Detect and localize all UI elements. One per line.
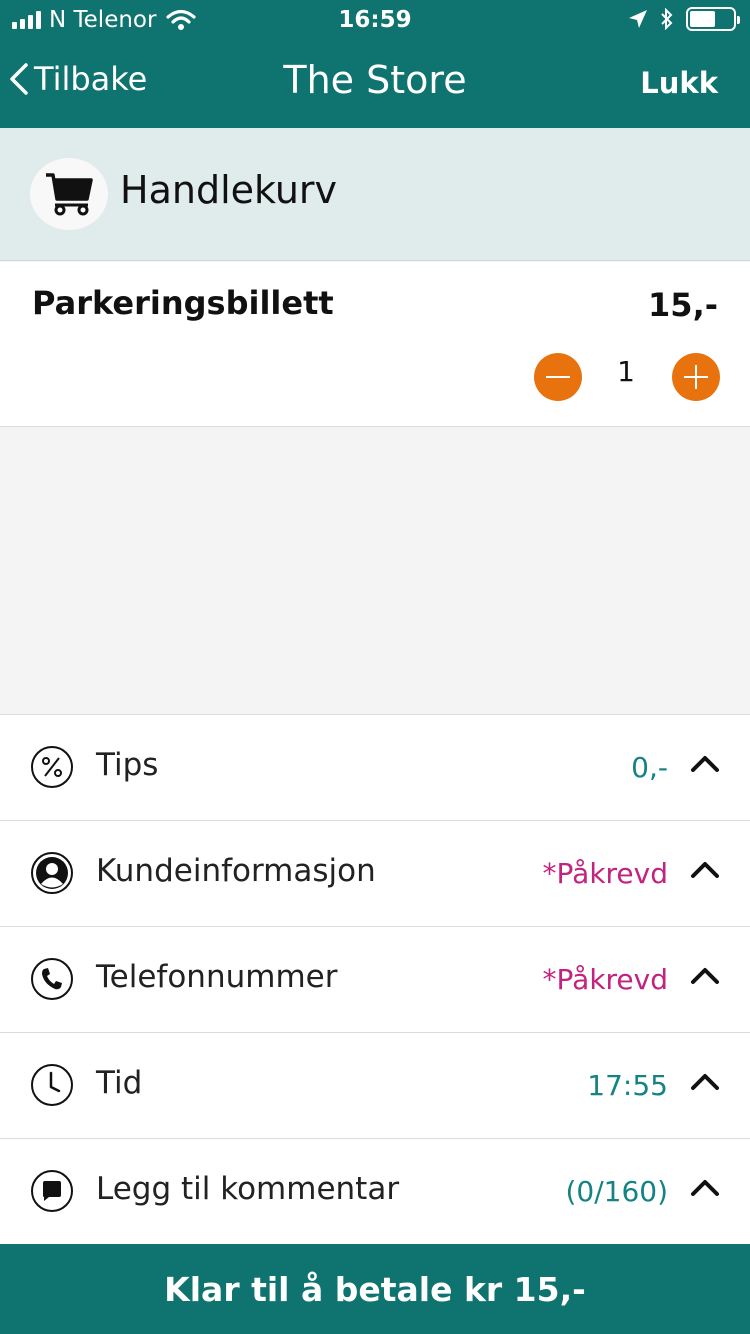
option-value: 0,- xyxy=(631,751,668,784)
battery-icon xyxy=(686,7,740,31)
cart-title: Handlekurv xyxy=(120,168,338,212)
pay-button[interactable]: Klar til å betale kr 15,- xyxy=(0,1244,750,1334)
bluetooth-icon xyxy=(661,8,673,30)
checkout-options: Tips 0,- Kundeinformasjon *Påkrevd Telef… xyxy=(0,714,750,1244)
chevron-up-icon xyxy=(691,1180,719,1196)
chevron-up-icon xyxy=(691,862,719,878)
option-time[interactable]: Tid 17:55 xyxy=(0,1033,750,1139)
nav-bar: Tilbake The Store Lukk xyxy=(0,40,750,128)
clock-icon xyxy=(31,1064,73,1106)
option-label: Telefonnummer xyxy=(96,959,338,995)
chevron-up-icon xyxy=(691,968,719,984)
option-label: Tips xyxy=(96,747,159,783)
shopping-cart-icon xyxy=(46,173,93,216)
option-value: 17:55 xyxy=(587,1069,668,1102)
comment-icon xyxy=(31,1170,73,1212)
app-header: N Telenor 16:59 Tilbake The Store Lukk xyxy=(0,0,750,128)
status-bar: N Telenor 16:59 xyxy=(0,0,750,40)
increase-quantity-button[interactable] xyxy=(672,353,720,401)
option-phone[interactable]: Telefonnummer *Påkrevd xyxy=(0,927,750,1033)
option-value: *Påkrevd xyxy=(542,857,668,890)
chevron-up-icon xyxy=(691,756,719,772)
decrease-quantity-button[interactable] xyxy=(534,353,582,401)
quantity-value: 1 xyxy=(617,355,635,388)
close-button[interactable]: Lukk xyxy=(640,66,718,100)
page-title: The Store xyxy=(283,58,467,102)
phone-icon xyxy=(31,958,73,1000)
item-price: 15,- xyxy=(648,286,718,324)
item-name: Parkeringsbillett xyxy=(32,284,334,322)
option-label: Legg til kommentar xyxy=(96,1171,400,1207)
minus-icon xyxy=(546,376,570,378)
plus-icon xyxy=(684,365,708,389)
option-customer-info[interactable]: Kundeinformasjon *Påkrevd xyxy=(0,821,750,927)
option-comment[interactable]: Legg til kommentar (0/160) xyxy=(0,1139,750,1245)
cart-header: Handlekurv xyxy=(0,128,750,261)
user-icon xyxy=(31,852,73,894)
option-label: Tid xyxy=(96,1065,143,1101)
option-value: (0/160) xyxy=(565,1175,668,1208)
option-value: *Påkrevd xyxy=(542,963,668,996)
option-label: Kundeinformasjon xyxy=(96,853,376,889)
cart-item: Parkeringsbillett 15,- 1 xyxy=(0,262,750,427)
cart-icon-circle xyxy=(30,158,108,230)
chevron-up-icon xyxy=(691,1074,719,1090)
percent-icon xyxy=(31,746,73,788)
status-right xyxy=(628,7,740,31)
option-tips[interactable]: Tips 0,- xyxy=(0,715,750,821)
location-arrow-icon xyxy=(629,10,647,28)
